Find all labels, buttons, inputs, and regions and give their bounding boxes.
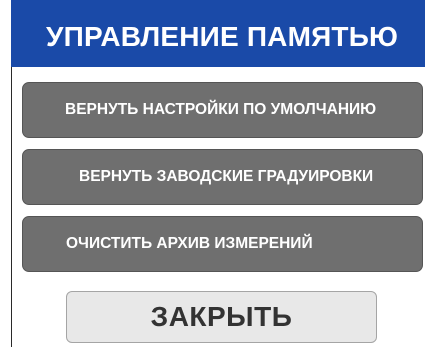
close-button[interactable]: ЗАКРЫТЬ [66, 291, 377, 343]
restore-factory-calibrations-button[interactable]: ВЕРНУТЬ ЗАВОДСКИЕ ГРАДУИРОВКИ [22, 149, 423, 205]
restore-defaults-button[interactable]: ВЕРНУТЬ НАСТРОЙКИ ПО УМОЛЧАНИЮ [22, 82, 423, 138]
header-bar: УПРАВЛЕНИЕ ПАМЯТЬЮ [11, 0, 425, 67]
restore-factory-calibrations-label: ВЕРНУТЬ ЗАВОДСКИЕ ГРАДУИРОВКИ [79, 168, 374, 185]
page-title: УПРАВЛЕНИЕ ПАМЯТЬЮ [46, 21, 399, 52]
restore-defaults-label: ВЕРНУТЬ НАСТРОЙКИ ПО УМОЛЧАНИЮ [65, 101, 377, 118]
clear-measurement-archive-label: ОЧИСТИТЬ АРХИВ ИЗМЕРЕНИЙ [66, 235, 313, 252]
clear-measurement-archive-button[interactable]: ОЧИСТИТЬ АРХИВ ИЗМЕРЕНИЙ [22, 216, 423, 272]
